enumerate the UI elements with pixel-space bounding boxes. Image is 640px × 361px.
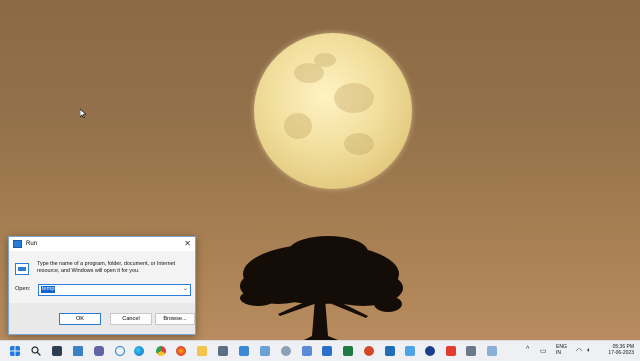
taskbar: ^ ▭ ENG IN ◠ ◖ 05:36 PM 17-06-2023 <box>0 340 640 361</box>
dialog-button-row: OK Cancel Browse... <box>9 303 195 334</box>
outlook-icon[interactable] <box>322 346 332 356</box>
file-explorer-icon[interactable] <box>197 346 207 356</box>
notepad-icon[interactable] <box>239 346 249 356</box>
chrome-icon[interactable] <box>156 346 166 356</box>
control-panel-icon[interactable] <box>260 346 270 356</box>
open-label: Open: <box>15 286 31 292</box>
photos-icon[interactable] <box>52 346 62 356</box>
open-input[interactable]: temp ⌄ <box>38 284 191 296</box>
terminal-icon[interactable] <box>466 346 476 356</box>
cortana-icon[interactable] <box>115 346 125 356</box>
run-app-icon <box>13 240 22 248</box>
mouse-cursor-icon <box>80 109 86 118</box>
run-description: Type the name of a program, folder, docu… <box>37 261 176 274</box>
edge-icon[interactable] <box>134 346 144 356</box>
start-icon[interactable] <box>10 346 20 356</box>
wifi-icon[interactable]: ◠ <box>576 347 582 355</box>
calculator-icon[interactable] <box>218 346 228 356</box>
run-title: Run <box>26 241 38 247</box>
snipping-tool-icon[interactable] <box>302 346 312 356</box>
chevron-up-icon[interactable]: ^ <box>526 346 529 353</box>
settings-icon[interactable] <box>281 346 291 356</box>
powerpoint-icon[interactable] <box>364 346 374 356</box>
ok-button[interactable]: OK <box>59 313 101 325</box>
run-program-icon <box>15 263 29 275</box>
cancel-button[interactable]: Cancel <box>110 313 152 325</box>
clock[interactable]: 05:36 PM 17-06-2023 <box>604 344 634 356</box>
firefox-icon[interactable] <box>176 346 186 356</box>
run-dialog: Run ✕ Type the name of a program, folder… <box>8 236 196 335</box>
excel-icon[interactable] <box>343 346 353 356</box>
language-indicator[interactable]: ENG IN <box>556 344 567 356</box>
camera-icon[interactable] <box>487 346 497 356</box>
volume-icon[interactable]: ◖ <box>586 347 590 354</box>
task-view-icon[interactable] <box>73 346 83 356</box>
teams-icon[interactable] <box>94 346 104 356</box>
chevron-down-icon[interactable]: ⌄ <box>183 285 188 292</box>
t-app-icon[interactable] <box>425 346 435 356</box>
photos-app-icon[interactable] <box>405 346 415 356</box>
moon-image <box>254 33 412 189</box>
run-titlebar[interactable]: Run ✕ <box>9 237 195 251</box>
tree-silhouette <box>240 236 403 340</box>
anydesk-icon[interactable] <box>446 346 456 356</box>
open-input-value[interactable]: temp <box>41 286 56 293</box>
paint-icon[interactable] <box>385 346 395 356</box>
search-icon[interactable] <box>31 346 41 356</box>
battery-icon[interactable]: ▭ <box>540 347 547 355</box>
close-button[interactable]: ✕ <box>184 239 191 249</box>
browse-button[interactable]: Browse... <box>155 313 195 325</box>
